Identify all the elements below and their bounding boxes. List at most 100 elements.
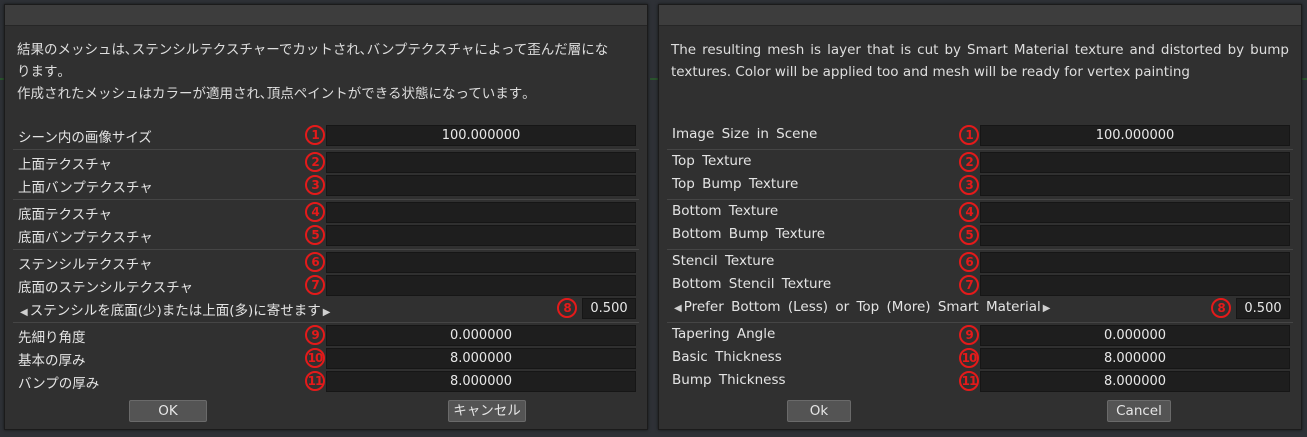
bottom-texture-input[interactable] xyxy=(980,202,1290,223)
field-label: シーン内の画像サイズ xyxy=(18,130,152,146)
number-badge: 2 xyxy=(959,152,979,172)
ok-button[interactable]: Ok xyxy=(787,400,851,422)
top-texture-input[interactable] xyxy=(980,152,1290,173)
field-label: Stencil Texture xyxy=(672,253,775,269)
cancel-button[interactable]: Cancel xyxy=(1107,400,1171,422)
field-label: Top Texture xyxy=(672,153,752,169)
field-label: Bump Thickness xyxy=(672,372,786,388)
divider xyxy=(13,149,639,150)
ok-button[interactable]: OK xyxy=(129,400,207,422)
field-label: Basic Thickness xyxy=(672,349,782,365)
basic-thickness-input[interactable]: 8.000000 xyxy=(980,348,1290,369)
cancel-button[interactable]: キャンセル xyxy=(448,400,526,422)
field-row-top-texture: Top Texture 2 xyxy=(659,151,1301,174)
number-badge: 8 xyxy=(557,298,577,318)
slider-label-text: Prefer Bottom (Less) or Top (More) Smart… xyxy=(683,299,1041,315)
field-row-tapering-angle: 先細り角度 9 0.000000 xyxy=(5,324,647,347)
number-badge: 9 xyxy=(959,325,979,345)
top-bump-texture-input[interactable] xyxy=(326,175,636,196)
number-badge: 4 xyxy=(305,202,325,222)
divider xyxy=(13,249,639,250)
divider xyxy=(667,249,1293,250)
field-label: 底面のステンシルテクスチャ xyxy=(18,280,193,296)
divider xyxy=(13,199,639,200)
field-label: 上面テクスチャ xyxy=(18,157,112,173)
field-label: 上面バンプテクスチャ xyxy=(18,180,153,196)
number-badge: 10 xyxy=(305,348,325,368)
stencil-bias-input[interactable]: 0.500 xyxy=(1236,298,1290,319)
field-label: 先細り角度 xyxy=(18,330,86,346)
dialog-title-bar[interactable] xyxy=(5,5,647,26)
field-row-bottom-bump-texture: 底面バンプテクスチャ 5 xyxy=(5,224,647,247)
number-badge: 5 xyxy=(305,225,325,245)
slider-label-text: ステンシルを底面(少)または上面(多)に寄せます xyxy=(29,303,321,319)
slider-label: ◀ ステンシルを底面(少)または上面(多)に寄せます ▶ xyxy=(18,299,332,319)
bottom-stencil-texture-input[interactable] xyxy=(326,275,636,296)
field-row-tapering-angle: Tapering Angle 9 0.000000 xyxy=(659,324,1301,347)
field-row-top-bump-texture: 上面バンプテクスチャ 3 xyxy=(5,174,647,197)
field-label: Image Size in Scene xyxy=(672,126,818,142)
bump-thickness-input[interactable]: 8.000000 xyxy=(326,371,636,392)
number-badge: 3 xyxy=(959,175,979,195)
triangle-left-icon[interactable]: ◀ xyxy=(20,307,28,318)
field-row-stencil-texture: ステンシルテクスチャ 6 xyxy=(5,251,647,274)
stencil-texture-input[interactable] xyxy=(980,252,1290,273)
field-row-image-size: Image Size in Scene 1 100.000000 xyxy=(659,124,1301,147)
tapering-angle-input[interactable]: 0.000000 xyxy=(980,325,1290,346)
field-row-stencil-texture: Stencil Texture 6 xyxy=(659,251,1301,274)
number-badge: 10 xyxy=(959,348,979,368)
field-label: バンプの厚み xyxy=(18,376,100,392)
divider xyxy=(667,149,1293,150)
number-badge: 11 xyxy=(959,371,979,391)
number-badge: 11 xyxy=(305,371,325,391)
tapering-angle-input[interactable]: 0.000000 xyxy=(326,325,636,346)
number-badge: 7 xyxy=(959,275,979,295)
bottom-bump-texture-input[interactable] xyxy=(326,225,636,246)
divider xyxy=(667,322,1293,323)
triangle-right-icon[interactable]: ▶ xyxy=(323,307,331,318)
field-row-bottom-texture: Bottom Texture 4 xyxy=(659,201,1301,224)
number-badge: 9 xyxy=(305,325,325,345)
triangle-right-icon[interactable]: ▶ xyxy=(1043,303,1051,314)
triangle-left-icon[interactable]: ◀ xyxy=(674,303,682,314)
field-row-top-bump-texture: Top Bump Texture 3 xyxy=(659,174,1301,197)
field-label: 底面テクスチャ xyxy=(18,207,112,223)
stencil-texture-input[interactable] xyxy=(326,252,636,273)
slider-label: ◀ Prefer Bottom (Less) or Top (More) Smar… xyxy=(672,299,1053,315)
number-badge: 3 xyxy=(305,175,325,195)
number-badge: 7 xyxy=(305,275,325,295)
image-size-input[interactable]: 100.000000 xyxy=(326,125,636,146)
field-row-bottom-texture: 底面テクスチャ 4 xyxy=(5,201,647,224)
field-row-top-texture: 上面テクスチャ 2 xyxy=(5,151,647,174)
field-label: Bottom Texture xyxy=(672,203,779,219)
create-mesh-dialog-english: The resulting mesh is layer that is cut … xyxy=(658,4,1302,430)
basic-thickness-input[interactable]: 8.000000 xyxy=(326,348,636,369)
dialog-title-bar[interactable] xyxy=(659,5,1301,26)
dialog-description: The resulting mesh is layer that is cut … xyxy=(671,42,1289,80)
number-badge: 6 xyxy=(305,252,325,272)
field-row-stencil-bias: ◀ ステンシルを底面(少)または上面(多)に寄せます ▶ 8 0.500 xyxy=(5,297,647,320)
field-row-bottom-stencil-texture: 底面のステンシルテクスチャ 7 xyxy=(5,274,647,297)
divider xyxy=(13,322,639,323)
bottom-stencil-texture-input[interactable] xyxy=(980,275,1290,296)
image-size-input[interactable]: 100.000000 xyxy=(980,125,1290,146)
field-row-bump-thickness: バンプの厚み 11 8.000000 xyxy=(5,370,647,393)
divider xyxy=(667,199,1293,200)
bottom-texture-input[interactable] xyxy=(326,202,636,223)
bump-thickness-input[interactable]: 8.000000 xyxy=(980,371,1290,392)
field-label: ステンシルテクスチャ xyxy=(18,257,153,273)
number-badge: 4 xyxy=(959,202,979,222)
field-label: 底面バンプテクスチャ xyxy=(18,230,153,246)
field-row-image-size: シーン内の画像サイズ 1 100.000000 xyxy=(5,124,647,147)
number-badge: 5 xyxy=(959,225,979,245)
field-row-bottom-bump-texture: Bottom Bump Texture 5 xyxy=(659,224,1301,247)
field-row-stencil-bias: ◀ Prefer Bottom (Less) or Top (More) Smar… xyxy=(659,297,1301,320)
top-bump-texture-input[interactable] xyxy=(980,175,1290,196)
field-row-basic-thickness: 基本の厚み 10 8.000000 xyxy=(5,347,647,370)
number-badge: 6 xyxy=(959,252,979,272)
stencil-bias-input[interactable]: 0.500 xyxy=(582,298,636,319)
field-label: 基本の厚み xyxy=(18,353,86,369)
dialog-description: 結果のメッシュは､ステンシルテクスチャーでカットされ､バンプテクスチャによって歪… xyxy=(17,42,609,102)
bottom-bump-texture-input[interactable] xyxy=(980,225,1290,246)
top-texture-input[interactable] xyxy=(326,152,636,173)
